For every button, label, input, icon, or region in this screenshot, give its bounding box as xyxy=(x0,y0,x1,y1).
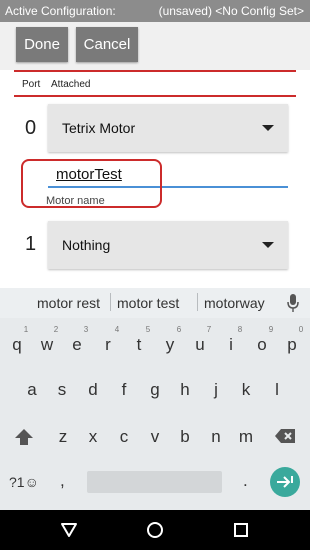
port-column-header: Port xyxy=(22,79,41,90)
key-number-hint: 0 xyxy=(298,325,304,334)
key-v[interactable]: v xyxy=(140,427,170,447)
port-0-device-dropdown[interactable]: Tetrix Motor xyxy=(48,104,288,152)
key-c[interactable]: c xyxy=(109,427,139,447)
key-number-hint: 3 xyxy=(83,325,89,334)
key-u[interactable]: u xyxy=(185,335,215,355)
key-z[interactable]: z xyxy=(48,427,78,447)
port-number-0: 0 xyxy=(25,117,37,139)
back-icon[interactable] xyxy=(60,521,78,539)
active-config-label: Active Configuration: xyxy=(5,4,116,18)
port-1-device-label: Nothing xyxy=(62,237,111,253)
key-x[interactable]: x xyxy=(78,427,108,447)
header-top-divider xyxy=(14,70,296,72)
recents-icon[interactable] xyxy=(232,521,250,539)
mic-icon[interactable] xyxy=(286,293,300,313)
key-l[interactable]: l xyxy=(262,380,292,400)
backspace-icon[interactable] xyxy=(274,428,296,444)
enter-key[interactable] xyxy=(270,467,300,497)
key-f[interactable]: f xyxy=(109,380,139,400)
header-bottom-divider xyxy=(14,95,296,97)
key-number-hint: 4 xyxy=(114,325,120,334)
key-n[interactable]: n xyxy=(201,427,231,447)
port-1-device-dropdown[interactable]: Nothing xyxy=(48,221,288,269)
toolbar: Done Cancel xyxy=(0,22,310,70)
key-number-hint: 7 xyxy=(206,325,212,334)
period-key[interactable]: . xyxy=(243,471,248,491)
key-r[interactable]: r xyxy=(93,335,123,355)
attached-column-header: Attached xyxy=(51,79,91,90)
dropdown-arrow-icon xyxy=(262,242,274,248)
config-bar: Active Configuration: (unsaved) <No Conf… xyxy=(0,0,310,22)
key-e[interactable]: e xyxy=(62,335,92,355)
comma-key[interactable]: , xyxy=(60,471,65,491)
suggestion-1[interactable]: motor rest xyxy=(37,295,100,311)
done-button[interactable]: Done xyxy=(16,27,68,62)
key-o[interactable]: o xyxy=(247,335,277,355)
key-number-hint: 8 xyxy=(237,325,243,334)
suggestion-3[interactable]: motorway xyxy=(204,295,265,311)
key-d[interactable]: d xyxy=(78,380,108,400)
key-y[interactable]: y xyxy=(155,335,185,355)
highlight-box xyxy=(21,159,162,208)
key-w[interactable]: w xyxy=(32,335,62,355)
port-number-1: 1 xyxy=(25,233,37,255)
shift-icon[interactable] xyxy=(13,427,35,447)
key-number-hint: 5 xyxy=(145,325,151,334)
key-number-hint: 2 xyxy=(53,325,59,334)
cancel-button[interactable]: Cancel xyxy=(76,27,138,62)
navigation-bar xyxy=(0,510,310,550)
config-status: (unsaved) <No Config Set> xyxy=(158,4,304,18)
key-a[interactable]: a xyxy=(17,380,47,400)
port-0-device-label: Tetrix Motor xyxy=(62,120,136,136)
key-j[interactable]: j xyxy=(201,380,231,400)
suggestion-divider xyxy=(110,293,111,311)
key-s[interactable]: s xyxy=(47,380,77,400)
key-number-hint: 1 xyxy=(23,325,29,334)
key-number-hint: 6 xyxy=(176,325,182,334)
suggestion-2[interactable]: motor test xyxy=(117,295,179,311)
home-icon[interactable] xyxy=(146,521,164,539)
key-p[interactable]: p xyxy=(277,335,307,355)
key-m[interactable]: m xyxy=(231,427,261,447)
dropdown-arrow-icon xyxy=(262,125,274,131)
key-t[interactable]: t xyxy=(124,335,154,355)
key-b[interactable]: b xyxy=(170,427,200,447)
suggestion-divider xyxy=(197,293,198,311)
enter-icon xyxy=(277,476,293,488)
key-i[interactable]: i xyxy=(216,335,246,355)
key-g[interactable]: g xyxy=(140,380,170,400)
key-h[interactable]: h xyxy=(170,380,200,400)
symbols-key[interactable]: ?1☺ xyxy=(9,474,39,490)
key-k[interactable]: k xyxy=(231,380,261,400)
key-number-hint: 9 xyxy=(268,325,274,334)
key-q[interactable]: q xyxy=(2,335,32,355)
space-key[interactable] xyxy=(87,471,222,493)
